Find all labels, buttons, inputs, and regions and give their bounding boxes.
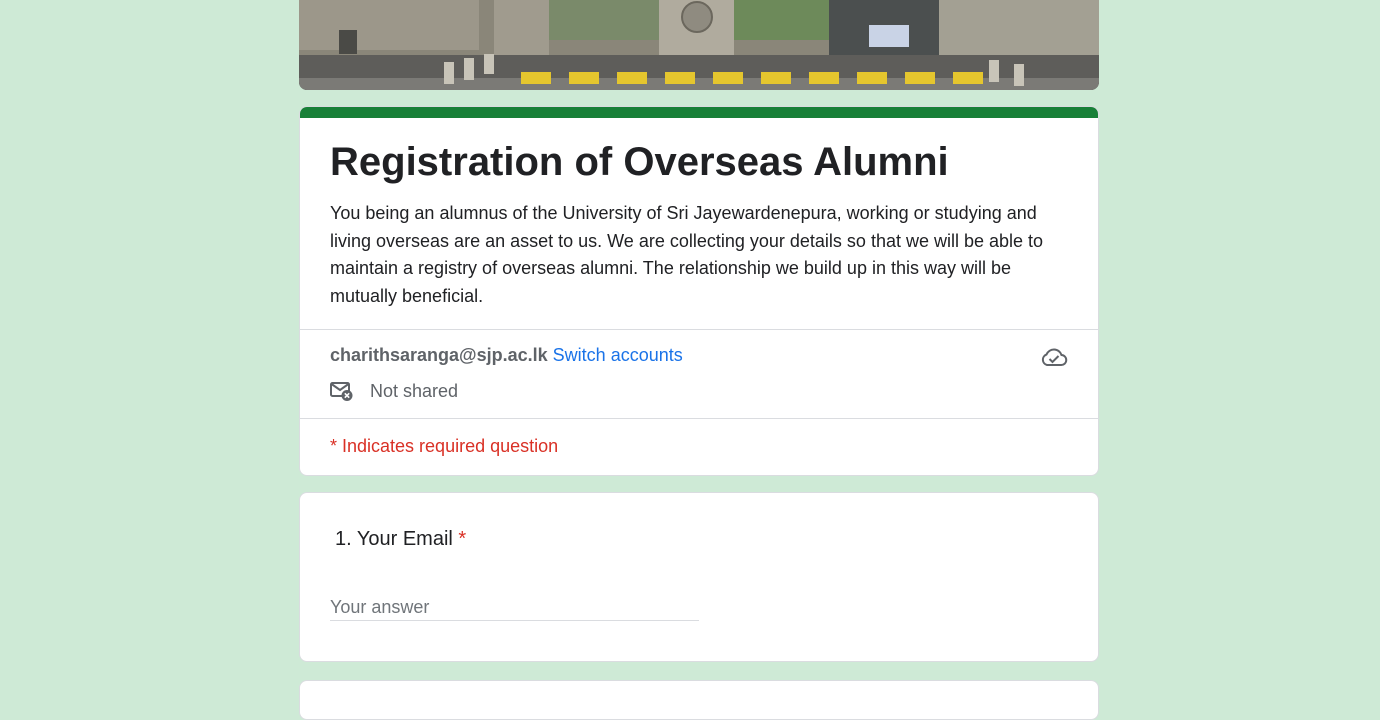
account-email: charithsaranga@sjp.ac.lk [330,345,548,365]
cloud-saved-icon [1040,346,1068,368]
switch-accounts-link[interactable]: Switch accounts [553,345,683,365]
campus-gate-photo [299,0,1099,90]
mail-not-shared-icon [330,380,354,402]
email-answer-input[interactable] [330,594,699,621]
question-label: 1. Your Email * [335,528,466,551]
required-asterisk: * [458,528,467,550]
sharing-status: Not shared [370,381,459,401]
account-section: charithsaranga@sjp.ac.lk Switch accounts… [300,329,1098,418]
form-title: Registration of Overseas Alumni [330,140,949,184]
form-header-card: Registration of Overseas Alumni You bein… [299,106,1099,476]
question-title: 1. Your Email [335,528,453,550]
question-card-email: 1. Your Email * [299,492,1099,662]
divider [300,329,1098,330]
account-line: charithsaranga@sjp.ac.lk Switch accounts [330,345,683,366]
header-accent-bar [300,107,1098,118]
next-question-card [299,680,1099,720]
required-note: * Indicates required question [330,436,559,456]
header-banner-image [299,0,1099,90]
form-description: You being an alumnus of the University o… [330,203,1044,306]
